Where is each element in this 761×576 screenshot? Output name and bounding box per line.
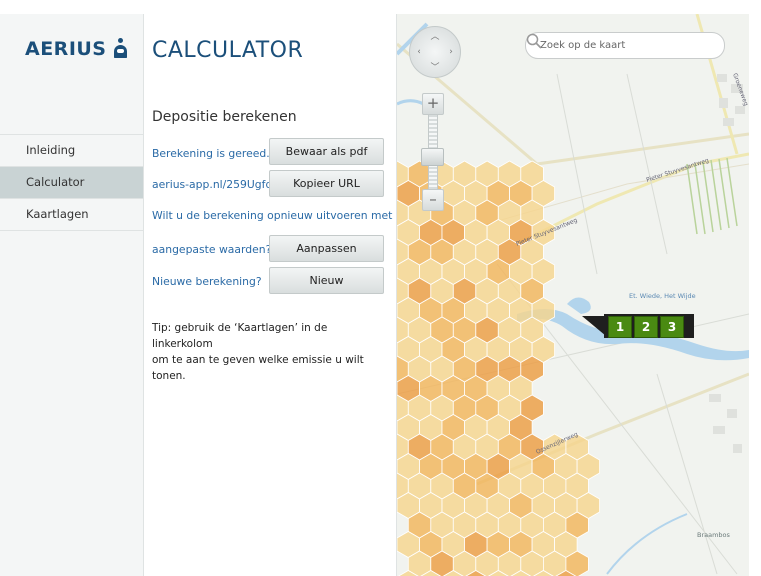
map-view[interactable]: Pieter Stuyvesantweg Pieter Stuyvesantwe… xyxy=(396,14,749,576)
zoom-slider-handle[interactable] xyxy=(421,148,444,166)
step-3[interactable]: 3 xyxy=(660,316,684,338)
calculator-panel: CALCULATOR Depositie berekenen Berekenin… xyxy=(144,14,396,576)
tip-text: Tip: gebruik de ‘Kaartlagen’ in de linke… xyxy=(152,320,382,384)
left-navigation: AERIUS Inleiding Calculator Kaartlagen xyxy=(0,14,144,576)
pan-right-icon[interactable]: › xyxy=(446,47,456,57)
share-url-text: aerius-app.nl/259Ugfdt xyxy=(152,178,277,191)
rerun-question-line1: Wilt u de berekening opnieuw uitvoeren m… xyxy=(152,209,393,222)
save-pdf-button[interactable]: Bewaar als pdf xyxy=(269,138,384,165)
search-icon[interactable] xyxy=(526,33,542,49)
tip-line-2: om te aan te geven welke emissie u wilt … xyxy=(152,354,364,382)
nav-list: Inleiding Calculator Kaartlagen xyxy=(0,134,143,231)
step-2[interactable]: 2 xyxy=(634,316,658,338)
nav-item-kaartlagen[interactable]: Kaartlagen xyxy=(0,199,143,231)
step-1[interactable]: 1 xyxy=(608,316,632,338)
logo-mark-icon xyxy=(112,38,129,58)
zoom-in-button[interactable]: + xyxy=(422,93,444,115)
nav-item-inleiding[interactable]: Inleiding xyxy=(0,135,143,167)
page-title: CALCULATOR xyxy=(152,38,304,63)
map-search-input[interactable] xyxy=(538,36,692,55)
pan-left-icon[interactable]: ‹ xyxy=(414,47,424,57)
new-calculation-button[interactable]: Nieuw xyxy=(269,267,384,294)
map-search xyxy=(525,32,725,59)
adjust-button[interactable]: Aanpassen xyxy=(269,235,384,262)
map-canvas: Pieter Stuyvesantweg Pieter Stuyvesantwe… xyxy=(397,14,749,576)
calculation-done-text: Berekening is gereed. xyxy=(152,147,270,160)
pan-down-icon[interactable]: ﹀ xyxy=(430,63,440,73)
water-label: Et. Wiede, Het Wijde xyxy=(629,292,696,300)
zoom-out-button[interactable]: – xyxy=(422,189,444,211)
pan-up-icon[interactable]: ︿ xyxy=(430,32,440,42)
aerius-logo: AERIUS xyxy=(25,38,129,60)
tip-line-1: Tip: gebruik de ‘Kaartlagen’ in de linke… xyxy=(152,322,328,350)
nav-item-calculator[interactable]: Calculator xyxy=(0,167,143,199)
rerun-question-line2: aangepaste waarden? xyxy=(152,243,272,256)
section-title: Depositie berekenen xyxy=(152,109,297,125)
logo-text: AERIUS xyxy=(25,38,107,60)
new-calculation-question: Nieuwe berekening? xyxy=(152,275,262,288)
copy-url-button[interactable]: Kopieer URL xyxy=(269,170,384,197)
road-label-pieter-2: Pieter Stuyvesantweg xyxy=(645,157,710,184)
pan-control[interactable]: ︿ ﹀ ‹ › xyxy=(409,26,461,78)
place-label-braambos: Braambos xyxy=(697,531,730,539)
